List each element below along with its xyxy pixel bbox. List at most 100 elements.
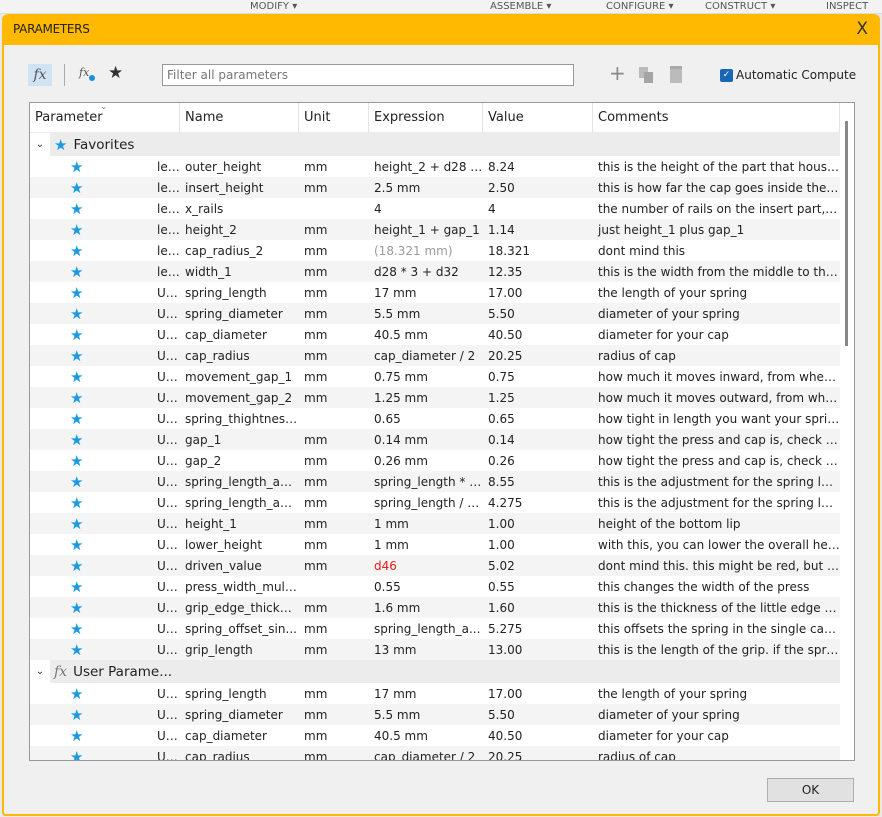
parameter-name[interactable]: x_rails: [180, 202, 299, 216]
parameter-comment[interactable]: how much it moves outward, from wher...: [593, 391, 840, 405]
table-row[interactable]: ★ User Parame...lower_height mm 1 mm 1.00 wit…: [30, 534, 840, 555]
parameter-comment[interactable]: this is how far the cap goes inside the …: [593, 181, 840, 195]
table-row[interactable]: ★ User Parame...movement_gap_1 mm 0.75 mm 0.…: [30, 366, 840, 387]
parameter-expression[interactable]: 40.5 mm: [369, 729, 483, 743]
parameter-comment[interactable]: this is the length of the grip. if the s…: [593, 643, 840, 657]
parameter-comment[interactable]: this is the height of the part that hous…: [593, 160, 840, 174]
column-header-name[interactable]: Name: [180, 103, 299, 133]
parameter-expression[interactable]: spring_length_a...: [369, 622, 483, 636]
favorite-star-icon[interactable]: ★: [70, 685, 152, 703]
group-row[interactable]: ⌄ fx User Parame...: [30, 660, 840, 683]
expand-chevron-icon[interactable]: ⌄: [30, 133, 50, 156]
parameter-comment[interactable]: this changes the width of the press: [593, 580, 840, 594]
column-header-value[interactable]: Value: [483, 103, 593, 133]
parameter-expression[interactable]: cap_diameter / 2: [369, 349, 483, 363]
favorite-star-icon[interactable]: ★: [70, 431, 152, 449]
parameter-name[interactable]: driven_value: [180, 559, 299, 573]
parameter-comment[interactable]: with this, you can lower the overall hei…: [593, 538, 840, 552]
table-row[interactable]: ★ User Parame...cap_radius mm cap_diameter …: [30, 345, 840, 366]
parameter-name[interactable]: spring_thightness...: [180, 412, 299, 426]
column-header-expression[interactable]: Expression: [369, 103, 483, 133]
parameter-comment[interactable]: how much it moves inward, from where ...: [593, 370, 840, 384]
parameter-comment[interactable]: how tight the press and cap is, check sk…: [593, 454, 840, 468]
parameter-name[interactable]: height_1: [180, 517, 299, 531]
parameter-expression[interactable]: 0.26 mm: [369, 454, 483, 468]
parameter-name[interactable]: spring_length: [180, 286, 299, 300]
close-icon[interactable]: X: [856, 19, 868, 39]
favorite-star-icon[interactable]: ★: [70, 536, 152, 554]
favorites-star-icon[interactable]: ★: [108, 63, 123, 83]
parameter-name[interactable]: grip_edge_thickne...: [180, 601, 299, 615]
table-row[interactable]: ★ User Parame...spring_diameter mm 5.5 mm 5.…: [30, 303, 840, 324]
parameter-name[interactable]: gap_2: [180, 454, 299, 468]
favorite-star-icon[interactable]: ★: [70, 326, 152, 344]
parameter-comment[interactable]: the length of your spring: [593, 286, 840, 300]
parameter-expression[interactable]: 4: [369, 202, 483, 216]
parameter-comment[interactable]: how tight the press and cap is, check sk…: [593, 433, 840, 447]
parameter-comment[interactable]: this offsets the spring in the single ca…: [593, 622, 840, 636]
parameter-expression[interactable]: height_2 + d28 * ...: [369, 160, 483, 174]
parameter-comment[interactable]: this is the adjustment for the spring le…: [593, 475, 840, 489]
favorite-star-icon[interactable]: ★: [70, 557, 152, 575]
parameter-expression[interactable]: 0.65: [369, 412, 483, 426]
table-row[interactable]: ★ User Parame...spring_length_adj... mm spr…: [30, 471, 840, 492]
copy-icon[interactable]: [639, 67, 653, 83]
parameter-comment[interactable]: height of the bottom lip: [593, 517, 840, 531]
table-row[interactable]: ★ lens cap 3 v1...height_2 mm height_1 + ga…: [30, 219, 840, 240]
parameter-expression[interactable]: 1.6 mm: [369, 601, 483, 615]
parameter-expression[interactable]: 13 mm: [369, 643, 483, 657]
parameter-name[interactable]: cap_diameter: [180, 729, 299, 743]
checkbox-checked-icon[interactable]: ✓: [720, 68, 733, 82]
table-row[interactable]: ★ User Parame...gap_2 mm 0.26 mm 0.26 how tig…: [30, 450, 840, 471]
parameter-name[interactable]: spring_length_adj...: [180, 496, 299, 510]
table-row[interactable]: ★ User Parame...cap_diameter mm 40.5 mm 40.5…: [30, 725, 840, 746]
group-row[interactable]: ⌄ ★ Favorites: [30, 133, 840, 156]
favorite-star-icon[interactable]: ★: [70, 263, 152, 281]
favorite-star-icon[interactable]: ★: [70, 242, 152, 260]
parameter-comment[interactable]: diameter for your cap: [593, 328, 840, 342]
favorite-star-icon[interactable]: ★: [70, 473, 152, 491]
parameter-comment[interactable]: radius of cap: [593, 349, 840, 363]
parameter-comment[interactable]: dont mind this. this might be red, but u…: [593, 559, 840, 573]
favorite-star-icon[interactable]: ★: [70, 200, 152, 218]
all-parameters-fx-icon[interactable]: fx: [28, 64, 52, 86]
parameter-comment[interactable]: the number of rails on the insert part, …: [593, 202, 840, 216]
parameter-name[interactable]: spring_diameter: [180, 708, 299, 722]
parameter-name[interactable]: movement_gap_1: [180, 370, 299, 384]
parameter-expression[interactable]: 1.25 mm: [369, 391, 483, 405]
parameter-name[interactable]: cap_radius: [180, 750, 299, 761]
parameter-expression[interactable]: 1 mm: [369, 517, 483, 531]
favorite-star-icon[interactable]: ★: [70, 221, 152, 239]
parameter-name[interactable]: movement_gap_2: [180, 391, 299, 405]
parameter-name[interactable]: spring_length: [180, 687, 299, 701]
favorite-star-icon[interactable]: ★: [70, 578, 152, 596]
parameter-expression[interactable]: 40.5 mm: [369, 328, 483, 342]
parameter-expression[interactable]: cap_diameter / 2: [369, 750, 483, 761]
menu-inspect[interactable]: INSPECT: [826, 1, 868, 13]
table-row[interactable]: ★ User Parame...spring_offset_sin... mm spr…: [30, 618, 840, 639]
parameter-expression[interactable]: spring_length / 2...: [369, 496, 483, 510]
table-row[interactable]: ★ lens cap 3 v1...cap_radius_2 mm (18.321 m…: [30, 240, 840, 261]
favorite-star-icon[interactable]: ★: [70, 347, 152, 365]
parameter-name[interactable]: outer_height: [180, 160, 299, 174]
table-row[interactable]: ★ User Parame...cap_radius mm cap_diameter …: [30, 746, 840, 761]
table-row[interactable]: ★ User Parame...gap_1 mm 0.14 mm 0.14 how tig…: [30, 429, 840, 450]
favorite-star-icon[interactable]: ★: [70, 599, 152, 617]
table-row[interactable]: ★ User Parame...spring_length mm 17 mm 17.00…: [30, 683, 840, 704]
parameter-expression[interactable]: 5.5 mm: [369, 708, 483, 722]
parameter-expression[interactable]: d46: [369, 559, 483, 573]
parameter-name[interactable]: grip_length: [180, 643, 299, 657]
table-row[interactable]: ★ User Parame...grip_edge_thickne... mm 1.6…: [30, 597, 840, 618]
favorite-star-icon[interactable]: ★: [70, 620, 152, 638]
parameter-name[interactable]: gap_1: [180, 433, 299, 447]
table-row[interactable]: ★ User Parame...driven_value mm d46 5.02 dont…: [30, 555, 840, 576]
parameter-comment[interactable]: diameter of your spring: [593, 708, 840, 722]
parameter-expression[interactable]: (18.321 mm): [369, 244, 483, 258]
parameter-name[interactable]: spring_offset_sin...: [180, 622, 299, 636]
table-row[interactable]: ★ lens cap 3 v1...width_1 mm d28 * 3 + d32 1…: [30, 261, 840, 282]
favorite-star-icon[interactable]: ★: [70, 368, 152, 386]
parameter-comment[interactable]: radius of cap: [593, 750, 840, 761]
parameter-name[interactable]: height_2: [180, 223, 299, 237]
favorite-star-icon[interactable]: ★: [70, 305, 152, 323]
table-row[interactable]: ★ User Parame...spring_length_adj... mm spr…: [30, 492, 840, 513]
